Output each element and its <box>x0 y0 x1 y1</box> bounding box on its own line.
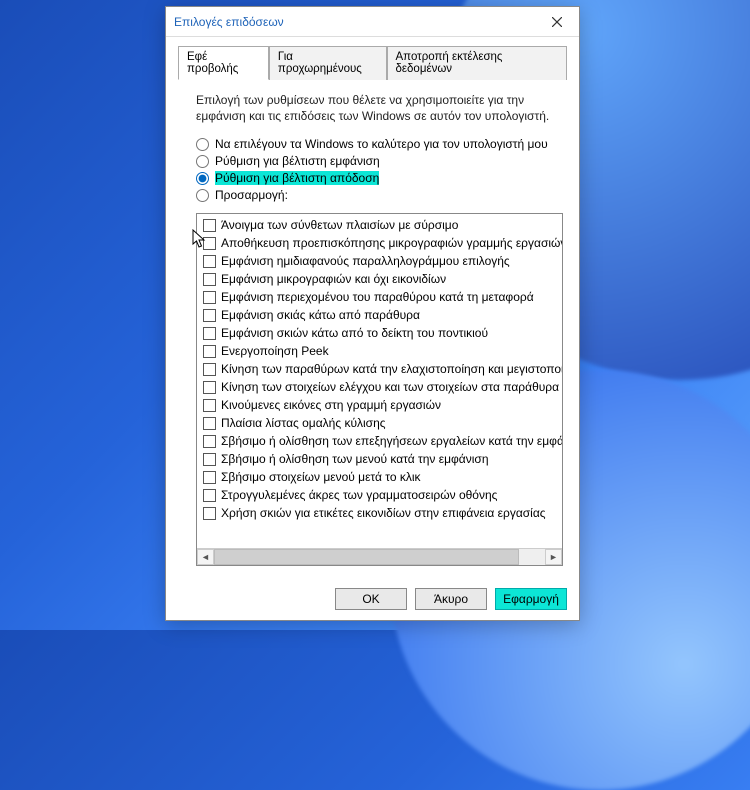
radio-custom[interactable]: Προσαρμογή: <box>196 188 563 202</box>
effect-checkbox-row[interactable]: Κινούμενες εικόνες στη γραμμή εργασιών <box>201 396 562 414</box>
checkbox[interactable] <box>203 345 216 358</box>
radio-label: Προσαρμογή: <box>215 188 288 202</box>
effect-checkbox-row[interactable]: Χρήση σκιών για ετικέτες εικονιδίων στην… <box>201 504 562 522</box>
effect-checkbox-row[interactable]: Κίνηση των παραθύρων κατά την ελαχιστοπο… <box>201 360 562 378</box>
effect-checkbox-row[interactable]: Εμφάνιση σκιών κάτω από το δείκτη του πο… <box>201 324 562 342</box>
effect-checkbox-row[interactable]: Σβήσιμο ή ολίσθηση των επεξηγήσεων εργαλ… <box>201 432 562 450</box>
checkbox-label: Εμφάνιση σκιών κάτω από το δείκτη του πο… <box>221 324 488 342</box>
effect-checkbox-row[interactable]: Εμφάνιση περιεχομένου του παραθύρου κατά… <box>201 288 562 306</box>
radio-best-appearance[interactable]: Ρύθμιση για βέλτιστη εμφάνιση <box>196 154 563 168</box>
effect-checkbox-row[interactable]: Άνοιγμα των σύνθετων πλαισίων με σύρσιμο <box>201 216 562 234</box>
effect-checkbox-row[interactable]: Ενεργοποίηση Peek <box>201 342 562 360</box>
dialog-buttons: OK Άκυρο Εφαρμογή <box>166 578 579 620</box>
checkbox-label: Σβήσιμο ή ολίσθηση των μενού κατά την εμ… <box>221 450 489 468</box>
checkbox-label: Εμφάνιση σκιάς κάτω από παράθυρα <box>221 306 420 324</box>
checkbox-label: Κίνηση των παραθύρων κατά την ελαχιστοπο… <box>221 360 562 378</box>
tab-dep[interactable]: Αποτροπή εκτέλεσης δεδομένων <box>387 46 568 80</box>
checkbox[interactable] <box>203 471 216 484</box>
radio-group: Να επιλέγουν τα Windows το καλύτερο για … <box>196 134 563 205</box>
checkbox[interactable] <box>203 381 216 394</box>
tabs: Εφέ προβολής Για προχωρημένους Αποτροπή … <box>178 45 567 80</box>
cancel-button[interactable]: Άκυρο <box>415 588 487 610</box>
checkbox-label: Εμφάνιση ημιδιαφανούς παραλληλογράμμου ε… <box>221 252 510 270</box>
performance-options-window: Επιλογές επιδόσεων Εφέ προβολής Για προχ… <box>165 6 580 621</box>
effect-checkbox-row[interactable]: Εμφάνιση μικρογραφιών και όχι εικονιδίων <box>201 270 562 288</box>
checkbox-label: Κίνηση των στοιχείων ελέγχου και των στο… <box>221 378 559 396</box>
horizontal-scrollbar[interactable]: ◄ ► <box>197 548 562 565</box>
effect-checkbox-row[interactable]: Εμφάνιση ημιδιαφανούς παραλληλογράμμου ε… <box>201 252 562 270</box>
effect-checkbox-row[interactable]: Κίνηση των στοιχείων ελέγχου και των στο… <box>201 378 562 396</box>
checkbox-label: Εμφάνιση μικρογραφιών και όχι εικονιδίων <box>221 270 446 288</box>
checkbox-label: Σβήσιμο στοιχείων μενού μετά το κλικ <box>221 468 421 486</box>
scroll-track[interactable] <box>214 549 545 565</box>
radio-label: Να επιλέγουν τα Windows το καλύτερο για … <box>215 137 548 151</box>
radio-label: Ρύθμιση για βέλτιστη εμφάνιση <box>215 154 380 168</box>
effect-checkbox-row[interactable]: Σβήσιμο ή ολίσθηση των μενού κατά την εμ… <box>201 450 562 468</box>
tab-visual-effects[interactable]: Εφέ προβολής <box>178 46 269 80</box>
checkbox[interactable] <box>203 255 216 268</box>
checkbox-label: Εμφάνιση περιεχομένου του παραθύρου κατά… <box>221 288 534 306</box>
radio-input-best-appearance[interactable] <box>196 155 209 168</box>
description-text: Επιλογή των ρυθμίσεων που θέλετε να χρησ… <box>196 92 563 124</box>
effects-list[interactable]: Άνοιγμα των σύνθετων πλαισίων με σύρσιμο… <box>197 214 562 548</box>
checkbox-label: Ενεργοποίηση Peek <box>221 342 329 360</box>
scroll-right-arrow-icon[interactable]: ► <box>545 549 562 565</box>
checkbox[interactable] <box>203 507 216 520</box>
effects-list-box: Άνοιγμα των σύνθετων πλαισίων με σύρσιμο… <box>196 213 563 566</box>
effect-checkbox-row[interactable]: Στρογγυλεμένες άκρες των γραμματοσειρών … <box>201 486 562 504</box>
effect-checkbox-row[interactable]: Αποθήκευση προεπισκόπησης μικρογραφιών γ… <box>201 234 562 252</box>
checkbox-label: Σβήσιμο ή ολίσθηση των επεξηγήσεων εργαλ… <box>221 432 562 450</box>
titlebar: Επιλογές επιδόσεων <box>166 7 579 37</box>
window-title: Επιλογές επιδόσεων <box>174 15 284 29</box>
checkbox[interactable] <box>203 327 216 340</box>
checkbox[interactable] <box>203 273 216 286</box>
checkbox[interactable] <box>203 489 216 502</box>
radio-label: Ρύθμιση για βέλτιστη απόδοση <box>215 171 379 185</box>
checkbox[interactable] <box>203 291 216 304</box>
checkbox[interactable] <box>203 435 216 448</box>
checkbox[interactable] <box>203 453 216 466</box>
radio-best-performance[interactable]: Ρύθμιση για βέλτιστη απόδοση <box>196 171 563 185</box>
effect-checkbox-row[interactable]: Εμφάνιση σκιάς κάτω από παράθυρα <box>201 306 562 324</box>
checkbox-label: Κινούμενες εικόνες στη γραμμή εργασιών <box>221 396 441 414</box>
checkbox-label: Άνοιγμα των σύνθετων πλαισίων με σύρσιμο <box>221 216 458 234</box>
effect-checkbox-row[interactable]: Σβήσιμο στοιχείων μενού μετά το κλικ <box>201 468 562 486</box>
close-icon <box>552 17 562 27</box>
radio-input-custom[interactable] <box>196 189 209 202</box>
checkbox-label: Πλαίσια λίστας ομαλής κύλισης <box>221 414 386 432</box>
apply-button[interactable]: Εφαρμογή <box>495 588 567 610</box>
checkbox[interactable] <box>203 237 216 250</box>
checkbox[interactable] <box>203 309 216 322</box>
scroll-thumb[interactable] <box>214 549 519 565</box>
close-button[interactable] <box>543 11 571 33</box>
radio-let-windows-decide[interactable]: Να επιλέγουν τα Windows το καλύτερο για … <box>196 137 563 151</box>
checkbox[interactable] <box>203 399 216 412</box>
tab-advanced[interactable]: Για προχωρημένους <box>269 46 387 80</box>
checkbox-label: Στρογγυλεμένες άκρες των γραμματοσειρών … <box>221 486 497 504</box>
checkbox[interactable] <box>203 219 216 232</box>
radio-input-let-windows[interactable] <box>196 138 209 151</box>
checkbox[interactable] <box>203 363 216 376</box>
effect-checkbox-row[interactable]: Πλαίσια λίστας ομαλής κύλισης <box>201 414 562 432</box>
checkbox[interactable] <box>203 417 216 430</box>
scroll-left-arrow-icon[interactable]: ◄ <box>197 549 214 565</box>
checkbox-label: Αποθήκευση προεπισκόπησης μικρογραφιών γ… <box>221 234 562 252</box>
radio-input-best-performance[interactable] <box>196 172 209 185</box>
checkbox-label: Χρήση σκιών για ετικέτες εικονιδίων στην… <box>221 504 546 522</box>
ok-button[interactable]: OK <box>335 588 407 610</box>
